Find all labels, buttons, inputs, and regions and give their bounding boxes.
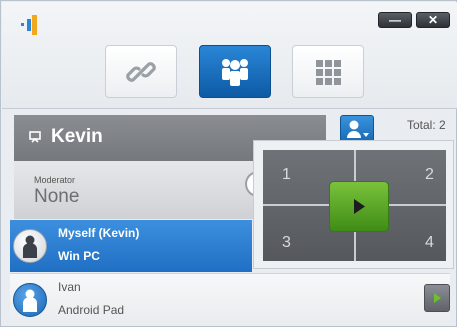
moderator-label: Moderator xyxy=(34,175,76,185)
play-icon xyxy=(354,199,365,214)
minimize-button[interactable]: — xyxy=(378,12,412,28)
quadrant-1[interactable]: 1 xyxy=(282,166,291,184)
person-icon xyxy=(23,235,37,258)
play-icon xyxy=(434,293,441,303)
link-icon xyxy=(126,61,156,82)
grid-mode-button[interactable] xyxy=(292,45,364,98)
link-mode-button[interactable] xyxy=(105,45,177,98)
split-screen-popup: 1 2 3 4 xyxy=(253,140,454,269)
participant-row-ivan[interactable]: Ivan Android Pad xyxy=(10,273,450,326)
users-group-icon xyxy=(222,58,248,86)
quadrant-3[interactable]: 3 xyxy=(282,234,291,252)
users-mode-button[interactable] xyxy=(199,45,271,98)
presenter-name: Kevin xyxy=(51,126,103,147)
participant-name: Ivan xyxy=(58,280,81,294)
quadrant-4[interactable]: 4 xyxy=(425,234,434,252)
participant-total: Total: 2 xyxy=(407,118,446,132)
participant-row-self[interactable]: Myself (Kevin) Win PC xyxy=(10,220,252,272)
app-window: — ✕ Kevin Moderator None Total: 2 Myself… xyxy=(0,0,457,327)
participant-device: Win PC xyxy=(58,249,100,263)
quadrant-2[interactable]: 2 xyxy=(425,166,434,184)
close-button[interactable]: ✕ xyxy=(416,12,450,28)
play-to-screen-button[interactable] xyxy=(424,284,450,312)
play-fullscreen-button[interactable] xyxy=(329,181,389,232)
avatar xyxy=(13,283,47,317)
moderator-value: None xyxy=(34,186,80,207)
quadrant-grid: 1 2 3 4 xyxy=(263,150,446,261)
presenter-screen-icon xyxy=(29,131,41,143)
avatar xyxy=(13,229,47,263)
person-icon xyxy=(23,289,37,312)
app-logo-icon xyxy=(21,15,37,35)
top-toolbar: — ✕ xyxy=(2,2,457,109)
grid-icon xyxy=(316,59,341,85)
participant-name: Myself (Kevin) xyxy=(58,226,140,240)
participant-device: Android Pad xyxy=(58,303,125,317)
